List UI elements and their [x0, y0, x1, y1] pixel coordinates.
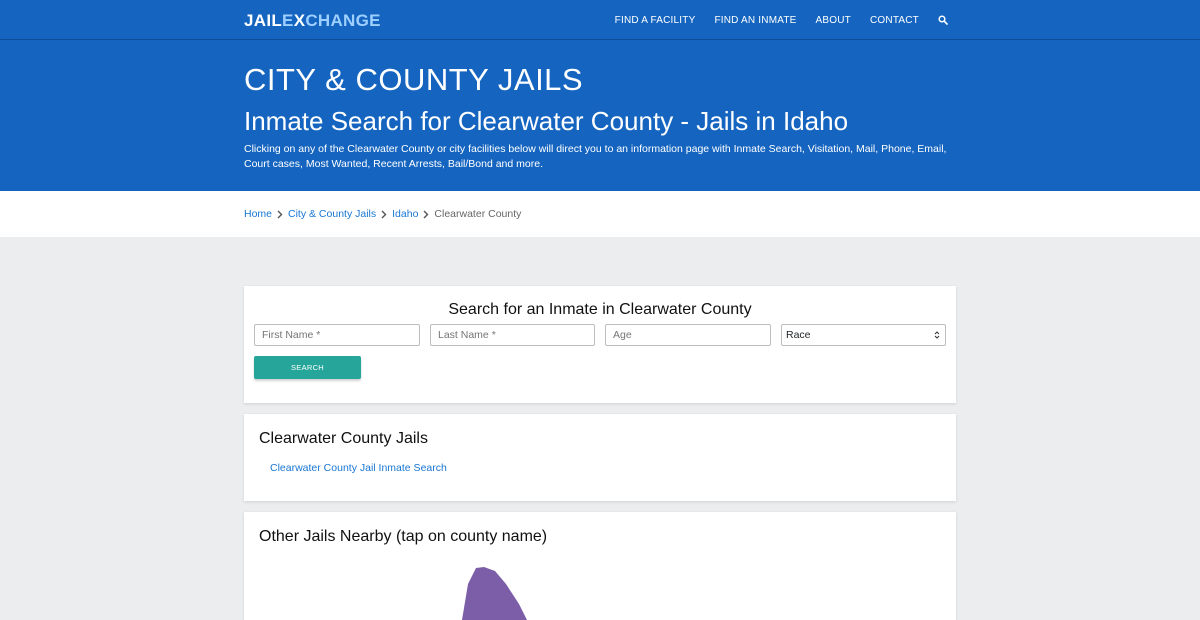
page-title: Inmate Search for Clearwater County - Ja… [244, 106, 849, 136]
breadcrumb: Home City & County Jails Idaho Clearwate… [244, 208, 521, 220]
chevron-right-icon [376, 209, 392, 219]
inmate-search-card: Search for an Inmate in Clearwater Count… [244, 286, 956, 403]
age-input[interactable] [605, 324, 771, 346]
breadcrumb-idaho[interactable]: Idaho [392, 208, 418, 220]
county-jails-card: Clearwater County Jails Clearwater Count… [244, 414, 956, 501]
breadcrumb-city-county-jails[interactable]: City & County Jails [288, 208, 376, 220]
nav-find-inmate[interactable]: FIND AN INMATE [714, 15, 796, 26]
logo-part-e: E [282, 11, 294, 30]
nav-find-facility[interactable]: FIND A FACILITY [615, 15, 696, 26]
county-map-region[interactable] [460, 567, 531, 620]
race-select-value: Race [786, 329, 811, 341]
breadcrumb-bar: Home City & County Jails Idaho Clearwate… [0, 191, 1200, 237]
jailexchange-logo[interactable]: JAILEXCHANGE [244, 11, 381, 31]
select-arrows-icon [934, 331, 940, 339]
top-navbar: JAILEXCHANGE FIND A FACILITY FIND AN INM… [0, 0, 1200, 40]
county-map [460, 567, 531, 620]
breadcrumb-home[interactable]: Home [244, 208, 272, 220]
logo-part-change: CHANGE [305, 11, 381, 30]
breadcrumb-current: Clearwater County [434, 208, 522, 220]
main-nav: FIND A FACILITY FIND AN INMATE ABOUT CON… [596, 0, 948, 40]
nearby-jails-heading: Other Jails Nearby (tap on county name) [259, 528, 548, 545]
logo-part-jail: JAIL [244, 11, 283, 30]
nav-contact[interactable]: CONTACT [870, 15, 919, 26]
search-button[interactable]: SEARCH [254, 356, 361, 379]
logo-part-x: X [293, 11, 306, 30]
race-select[interactable]: Race [781, 324, 946, 346]
search-icon[interactable] [938, 15, 948, 25]
chevron-right-icon [272, 209, 288, 219]
category-heading: CITY & COUNTY JAILS [244, 62, 584, 97]
first-name-input[interactable] [254, 324, 420, 346]
hero-banner: CITY & COUNTY JAILS Inmate Search for Cl… [0, 40, 1200, 191]
search-card-title: Search for an Inmate in Clearwater Count… [448, 301, 752, 318]
county-jails-heading: Clearwater County Jails [259, 430, 428, 447]
page-description: Clicking on any of the Clearwater County… [244, 143, 947, 170]
nav-about[interactable]: ABOUT [816, 15, 851, 26]
last-name-input[interactable] [430, 324, 595, 346]
chevron-right-icon [418, 209, 434, 219]
jail-link-clearwater[interactable]: Clearwater County Jail Inmate Search [270, 462, 447, 474]
nearby-jails-card: Other Jails Nearby (tap on county name) [244, 512, 956, 620]
